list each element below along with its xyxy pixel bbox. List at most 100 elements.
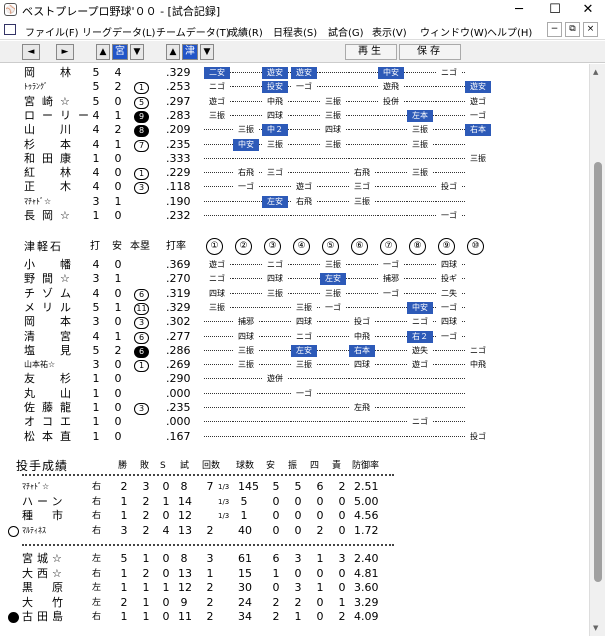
batter-row[interactable]: 佐藤龍 1 0 3 .235 左飛 [0,401,589,415]
plate-appearance-cell [262,415,291,429]
menu-view[interactable]: 表示(V) [372,24,407,39]
batter-row[interactable]: 長岡☆ 1 0 .232 一ゴ [0,209,589,223]
plate-appearance-cell: 遊ゴ [204,258,233,272]
plate-appearance-cell: 遊安 [262,66,291,80]
inning-number: ⑨ [438,238,455,255]
plate-appearance-cell: 投ギ [436,272,465,286]
menu-file[interactable]: ファイル(F) [25,24,79,39]
batter-row[interactable]: 小 幡 4 0 .369 遊ゴ ニゴ 三振 一ゴ 四球 [0,258,589,272]
plate-appearance-cell: 投ゴ [349,315,378,329]
plate-appearance-cell [233,258,262,272]
menu-league-data[interactable]: リーグデータ(L) [82,24,155,39]
team2-up-button[interactable]: ▲ [166,44,180,60]
prev-game-button[interactable]: ◄ [22,44,40,60]
batter-row[interactable]: 紅 林 4 0 1.229 右飛 三ゴ 右飛 三振 [0,166,589,181]
batter-row[interactable]: 宮崎☆ 5 0 5 .297 遊ゴ 中飛 三振 投併 遊ゴ [0,95,589,109]
plate-appearance-result: 三振 [204,301,230,314]
batter-row[interactable]: ﾄｩﾗﾝｸﾞ 5 2 1 .253 ニゴ 投安 一ゴ 遊飛 遊安 [0,80,589,95]
plate-appearance-cell [349,387,378,401]
replay-button[interactable]: 再生 [345,44,397,60]
scroll-up-icon[interactable]: ▲ [593,68,598,76]
batter-row[interactable]: オコエ 1 0 .000 ニゴ [0,415,589,429]
pitcher-row[interactable]: ハーン右 1 2 1 14 5 0 0 0 0 5.00 1/3 [0,495,589,509]
menu-schedule[interactable]: 日程表(S) [273,24,317,39]
batter-row[interactable]: 野間☆ 3 1 .270 ニゴ 四球 左安 捕邪 投ギ [0,272,589,286]
maximize-button[interactable]: ☐ [538,0,572,20]
menu-team-data[interactable]: チームデータ(T) [156,24,230,39]
batter-row[interactable]: 山 川 4 2 8.209 三振 中２ 四球 三振 右本 [0,123,589,138]
pitcher-row[interactable]: 古田島右 1 1 0 11 2 34 2 1 0 2 4.09 [0,610,589,624]
team1-down-button[interactable]: ▼ [130,44,144,60]
at-bats: 1 [92,401,100,414]
inning-header: ⑧ [409,238,426,255]
team2-down-button[interactable]: ▼ [200,44,214,60]
batter-name: メリル [24,300,78,314]
batter-row[interactable]: 松本直 1 0 .167 投ゴ [0,430,589,444]
plate-appearance-cell [378,372,407,386]
batter-row[interactable]: 杉 本 4 1 7.235 中安 三振 三振 三振 [0,138,589,152]
batter-row[interactable]: メリル 5 1 11.329 三振 三振 一ゴ 中安 一ゴ [0,301,589,315]
menu-results[interactable]: 成績(R) [228,24,263,39]
dotted-leader [436,172,465,174]
pitcher-row[interactable]: 宮城☆ 左 5 1 0 8 3 61 6 3 1 3 2.40 [0,552,589,566]
menu-help[interactable]: ヘルプ(H) [487,24,532,39]
vertical-scrollbar[interactable]: ▲ ▼ [589,64,605,636]
batter-row[interactable]: 塩 見 5 2 6 .286 三振 左安 右本 遊失 ニゴ [0,344,589,358]
batter-row[interactable]: 清 宮 4 1 6 .277 四球 ニゴ 中飛 右２ 一ゴ [0,330,589,344]
close-button[interactable]: ✕ [571,0,605,20]
batter-row[interactable]: 丸 山 1 0 .000 一ゴ [0,387,589,401]
plate-appearance-result: 一ゴ [378,259,404,271]
pitching-col-header: 責 [332,461,342,471]
team1-button[interactable]: 宮 [112,44,128,60]
mdi-close-button[interactable]: × [583,22,598,37]
menu-game[interactable]: 試合(G) [328,24,364,39]
document-icon[interactable] [4,24,16,35]
dotted-leader [349,306,378,308]
plate-appearance-cell [291,166,320,180]
dotted-leader [436,435,465,437]
home-run-cell: 3 [134,315,149,330]
batter-name: 友 杉 [24,372,78,386]
plate-appearance-cell [378,180,407,194]
batter-row[interactable]: ﾏﾁｬﾄﾞ☆ 3 1 .190 左安 右飛 三振 [0,195,589,209]
scrollbar-thumb[interactable] [594,162,602,582]
pitcher-row[interactable]: ﾏﾙﾃｨﾈｽ右 3 2 4 13 2 40 0 0 2 0 1.72 [0,524,589,538]
plate-appearance-cell [204,387,233,401]
plate-appearance-cell [204,330,233,344]
plate-appearance-result: 右本 [465,124,491,137]
minimize-button[interactable]: ─ [502,0,536,20]
plate-appearance-result: 一ゴ [436,330,462,343]
save-button[interactable]: 保存 [399,44,461,60]
batter-row[interactable]: 友 杉 1 0 .290 遊併 [0,372,589,386]
batting-average: .229 [166,166,191,180]
next-game-button[interactable]: ► [56,44,74,60]
plate-appearance-cell [465,287,494,301]
batter-row[interactable]: 和田康 1 0 .333 三振 [0,152,589,166]
batter-row[interactable]: 岡 林 5 4 .329 二安 遊安 遊安 中安 ニゴ [0,66,589,80]
scroll-down-icon[interactable]: ▼ [593,624,598,632]
team2-button[interactable]: 津 [182,44,198,60]
plate-appearance-cell: 遊飛 [378,80,407,94]
pitcher-row[interactable]: 大西☆ 右 1 2 0 13 1 15 1 0 0 0 4.81 [0,567,589,581]
pitcher-row[interactable]: 種 市右 1 2 0 12 1 0 0 0 0 4.56 1/3 [0,509,589,523]
team1-up-button[interactable]: ▲ [96,44,110,60]
plate-appearance-cell [407,430,436,444]
batter-row[interactable]: 正 木 4 0 3 .118 一ゴ 遊ゴ 三ゴ 投ゴ [0,180,589,195]
pitching-l: 2 [142,509,150,522]
batter-row[interactable]: 岡 本 3 0 3.302 捕邪 四球 投ゴ ニゴ 四球 [0,315,589,330]
mdi-restore-button[interactable]: ⧉ [565,22,580,37]
batter-row[interactable]: 山本祐☆ 3 0 1 .269 三振 三振 四球 遊ゴ 中飛 [0,358,589,373]
mdi-minimize-button[interactable]: − [547,22,562,37]
pitcher-row[interactable]: ﾏﾁｬﾄﾞ☆ 右 2 3 0 8 7 145 5 5 6 2 2.51 1/3 [0,480,589,494]
pitcher-row[interactable]: 大 竹左 2 1 0 9 2 24 2 2 0 1 3.29 [0,596,589,610]
plate-appearance-cell: 三振 [465,152,494,166]
menu-window[interactable]: ウィンドウ(W) [420,24,488,39]
plate-appearance-cell [465,66,494,80]
plate-appearance-cell: 遊失 [407,344,436,358]
plate-appearance-cell: 一ゴ [436,301,465,315]
pitcher-row[interactable]: 黒 原左 1 1 1 12 2 30 0 3 1 0 3.60 [0,581,589,595]
dotted-leader [204,407,233,408]
batter-row[interactable]: チゾム 4 0 6 .319 四球 三振 三振 一ゴ 二失 [0,287,589,301]
plate-appearance-cell: 右飛 [291,195,320,209]
batter-row[interactable]: ローリー 4 1 9 .283 三振 四球 三振 左本 一ゴ [0,109,589,123]
